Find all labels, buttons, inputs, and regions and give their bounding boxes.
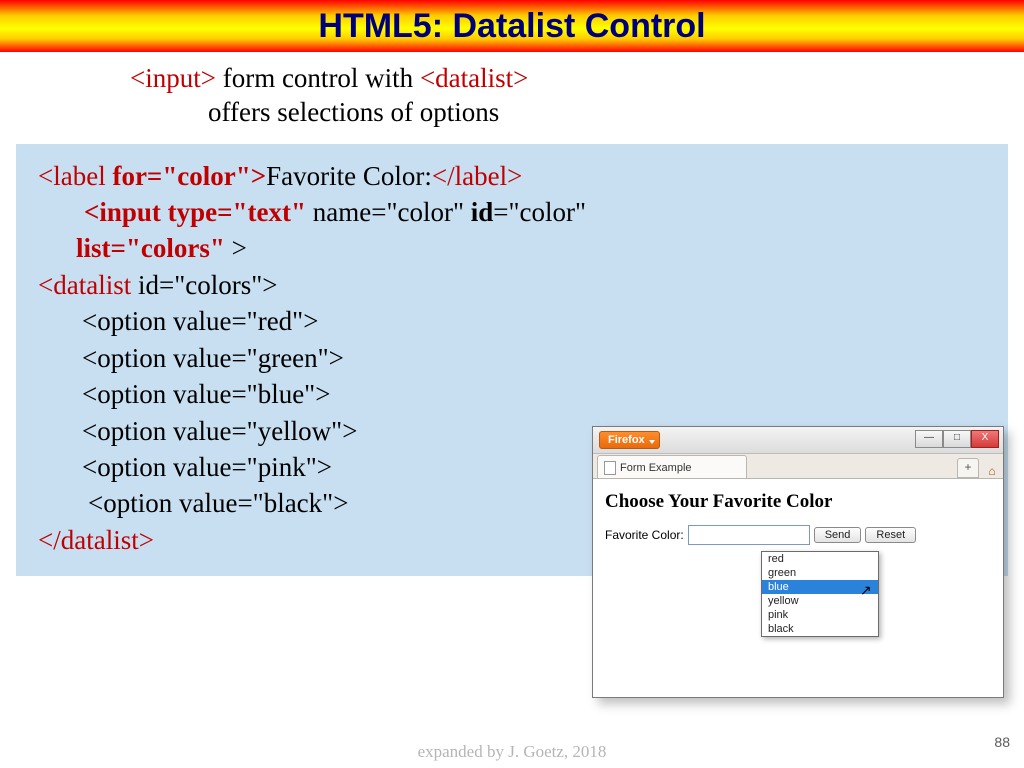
document-icon (604, 461, 616, 475)
slide-title-bar: HTML5: Datalist Control (0, 0, 1024, 52)
subtitle-mid: form control with (216, 63, 420, 93)
code-l3b: > (225, 233, 247, 263)
code-l2a: <input type="text" (84, 197, 306, 227)
browser-window: Firefox — □ X Form Example + ⌂ Choose Yo… (592, 426, 1004, 698)
tab-label: Form Example (620, 462, 692, 474)
code-l1b: for="color"> (106, 161, 266, 191)
code-l1c: Favorite Color: (266, 161, 432, 191)
subtitle-line2: offers selections of options (208, 97, 499, 127)
window-titlebar: Firefox — □ X (593, 427, 1003, 454)
tab-form-example[interactable]: Form Example (597, 455, 747, 478)
code-l1a: <label (38, 161, 106, 191)
window-controls: — □ X (915, 430, 999, 448)
send-button[interactable]: Send (814, 527, 862, 543)
form-row: Favorite Color: Send Reset (605, 525, 991, 545)
color-label: Favorite Color: (605, 528, 684, 542)
code-l1d: </label> (432, 161, 522, 191)
firefox-menu-button[interactable]: Firefox (599, 431, 660, 449)
minimize-button[interactable]: — (915, 430, 943, 448)
code-l2b: name="color" (306, 197, 471, 227)
option-black[interactable]: black (762, 622, 878, 636)
code-l2d: ="color" (493, 197, 586, 227)
close-button[interactable]: X (971, 430, 999, 448)
option-blue-label: blue (768, 581, 789, 593)
option-blue[interactable]: blue (762, 580, 878, 594)
page-content: Choose Your Favorite Color Favorite Colo… (593, 479, 1003, 553)
subtitle-tag-datalist: <datalist> (420, 63, 528, 93)
tab-strip: Form Example + ⌂ (593, 454, 1003, 479)
code-opt3: <option value="blue"> (82, 376, 986, 412)
home-icon[interactable]: ⌂ (985, 464, 999, 478)
reset-button[interactable]: Reset (865, 527, 916, 543)
datalist-dropdown: red green blue yellow pink black (761, 551, 879, 637)
new-tab-button[interactable]: + (957, 458, 979, 478)
code-opt1: <option value="red"> (82, 303, 986, 339)
color-input[interactable] (688, 525, 810, 545)
code-l2c: id (471, 197, 494, 227)
code-opt2: <option value="green"> (82, 340, 986, 376)
option-green[interactable]: green (762, 566, 878, 580)
subtitle-tag-input: <input> (130, 63, 216, 93)
slide-subtitle: <input> form control with <datalist> off… (130, 62, 1024, 130)
page-heading: Choose Your Favorite Color (605, 491, 991, 513)
code-l4b: id="colors"> (131, 270, 277, 300)
footer-credit: expanded by J. Goetz, 2018 (0, 742, 1024, 762)
slide-title: HTML5: Datalist Control (318, 7, 705, 46)
maximize-button[interactable]: □ (943, 430, 971, 448)
code-l4a: <datalist (38, 270, 131, 300)
option-red[interactable]: red (762, 552, 878, 566)
option-pink[interactable]: pink (762, 608, 878, 622)
page-number: 88 (994, 734, 1010, 750)
code-l3a: list="colors" (76, 233, 225, 263)
